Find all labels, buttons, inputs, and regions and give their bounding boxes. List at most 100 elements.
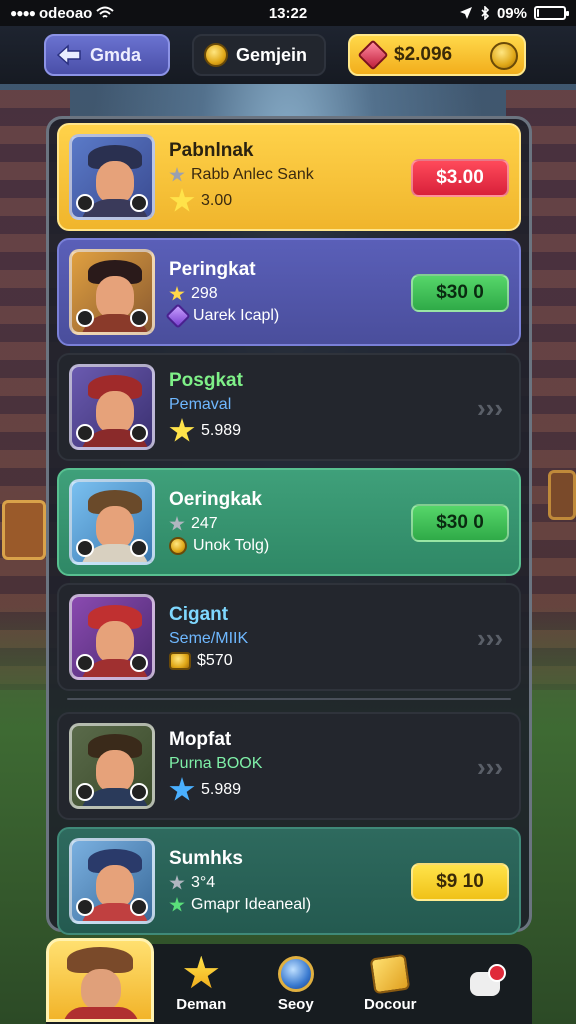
location-icon [459,7,472,19]
carrier-name: odeoao [39,4,93,22]
character-rating: 298 [191,285,218,302]
list-item[interactable]: Pabnlnak Rabb Anlec Sank 3.00 $3.00 [57,123,521,231]
battery-percent: 09% [496,4,527,22]
level-badge-icon [76,539,94,557]
level-badge-icon [76,194,94,212]
chevron-right-icon[interactable]: ››› [477,623,503,654]
character-rating: 247 [191,515,218,532]
character-rating: 3°4 [191,874,216,891]
level-badge-icon [76,424,94,442]
character-name: Sumhks [169,848,243,869]
crystal-icon [165,303,191,329]
character-list-panel: Pabnlnak Rabb Anlec Sank 3.00 $3.00 Peri… [46,116,532,935]
level-badge-icon [76,654,94,672]
level-badge-icon [76,783,94,801]
currency-amount: $2.096 [394,44,453,65]
character-name: Cigant [169,604,229,625]
list-item[interactable]: Cigant Seme/MIIK $570 ››› [57,583,521,691]
character-subtitle: Purna BOOK [169,755,263,772]
star-icon [169,286,185,301]
character-name: Peringkat [169,259,256,280]
scroll-icon [369,953,411,994]
character-status: Unok Tolg) [193,537,270,554]
class-badge-icon [130,783,148,801]
class-badge-icon [130,898,148,916]
class-badge-icon [130,424,148,442]
chat-icon [469,964,506,996]
nav-item-deman[interactable]: Deman [154,944,249,1024]
star-icon [169,167,185,182]
back-arrow-icon [56,44,81,66]
hero-tab-avatar[interactable] [46,938,154,1022]
buy-button[interactable]: $9 10 [411,863,509,901]
wifi-icon [96,6,115,18]
character-value: 5.989 [201,422,242,439]
class-badge-icon [130,539,148,557]
buy-button[interactable]: $30 0 [411,504,509,542]
nav-item-seoy[interactable]: Seoy [249,944,344,1024]
back-button[interactable]: Gmda [44,34,170,76]
nav-item-chat[interactable] [438,944,533,1024]
character-value: 5.989 [201,781,242,798]
top-bar: Gmda Gemjein $2.096 [0,26,576,84]
character-avatar [69,594,155,680]
character-subtitle: Pemaval [169,396,232,413]
list-item[interactable]: Posgkat Pemaval 5.989 ››› [57,353,521,461]
character-avatar [69,723,155,809]
character-status: Gmapr Ideaneal) [191,896,312,913]
treasure-chest [2,500,46,560]
character-avatar [69,249,155,335]
buy-button[interactable]: $30 0 [411,274,509,312]
mode-selector[interactable]: Gemjein [192,34,326,76]
list-item[interactable]: Mopfat Purna BOOK 5.989 ››› [57,712,521,820]
character-subtitle: Seme/MIIK [169,630,249,647]
battery-fill [537,9,539,17]
blue-star-icon [169,777,195,801]
character-avatar [69,134,155,220]
character-value: $570 [197,652,233,669]
chevron-right-icon[interactable]: ››› [477,752,503,783]
star-icon [183,955,219,989]
currency-display[interactable]: $2.096 [348,34,526,76]
character-name: Oeringkak [169,489,262,510]
list-item[interactable]: Sumhks 3°4 Gmapr Ideaneal) $9 10 [57,827,521,935]
mode-label: Gemjein [236,44,308,65]
list-item[interactable]: Oeringkak 247 Unok Tolg) $30 0 [57,468,521,576]
character-name: Posgkat [169,370,243,391]
class-badge-icon [130,309,148,327]
gold-star-icon [169,188,195,212]
character-name: Mopfat [169,729,232,750]
class-badge-icon [130,194,148,212]
coin-icon [204,43,228,67]
green-leaf-icon [169,897,185,912]
back-label: Gmda [90,44,142,65]
battery-icon [534,6,569,20]
character-status: Uarek Icapl) [193,307,280,324]
level-badge-icon [76,309,94,327]
bottom-nav: Deman Seoy Docour [46,938,533,1024]
bluetooth-icon [481,6,490,20]
list-item[interactable]: Peringkat 298 Uarek Icapl) $30 0 [57,238,521,346]
character-subtitle: Rabb Anlec Sank [191,166,314,183]
character-name: Pabnlnak [169,140,254,161]
buy-button[interactable]: $3.00 [411,159,509,197]
signal-icon: ●●●● [10,6,36,20]
list-divider [67,698,511,700]
orb-icon [277,955,314,992]
gold-star-icon [169,418,195,442]
chevron-right-icon[interactable]: ››› [477,393,503,424]
nav-item-docour[interactable]: Docour [343,944,438,1024]
gold-icon [169,537,187,555]
class-badge-icon [130,654,148,672]
treasure-chest-right [548,470,576,520]
level-badge-icon [76,898,94,916]
star-icon [169,875,185,890]
add-coin-icon[interactable] [490,42,518,70]
character-avatar [69,838,155,924]
character-value: 3.00 [201,192,233,209]
gold-bar-icon [169,652,191,670]
character-avatar [69,364,155,450]
gem-icon [357,39,389,71]
nav-label: Docour [364,995,417,1013]
star-icon [169,516,185,531]
